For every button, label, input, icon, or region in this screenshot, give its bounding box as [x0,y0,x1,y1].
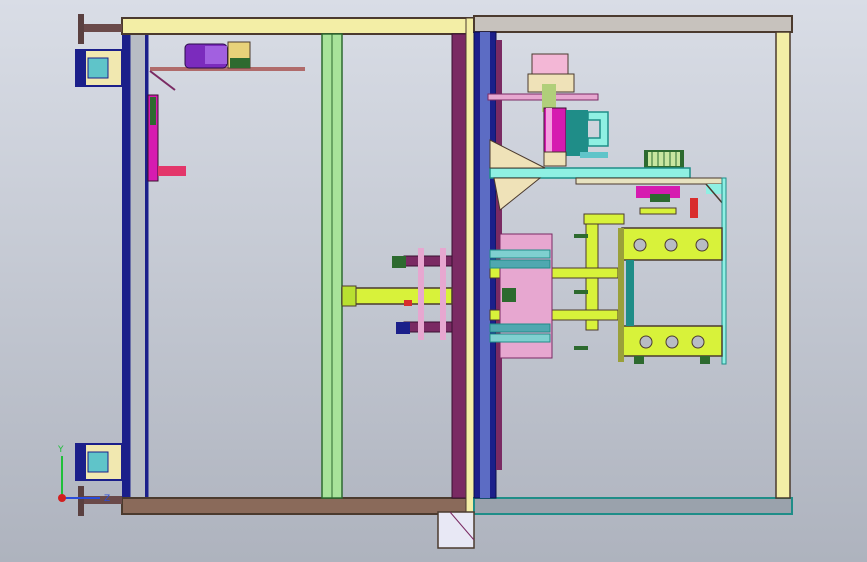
right-bottom-beam [473,497,793,515]
top-beam [121,17,473,35]
bottom-beam [121,497,473,515]
y-axis-label: Y [57,445,64,455]
divider-post-face [465,17,475,515]
right-top-beam [473,15,793,33]
z-axis-label: Z [104,494,110,504]
main-cylinder [341,285,453,307]
left-outer-post [122,18,130,514]
right-outer-post [775,31,791,499]
foot-top [75,14,123,87]
bottom-box [437,511,475,549]
cad-viewport[interactable]: Y Z [0,0,867,562]
